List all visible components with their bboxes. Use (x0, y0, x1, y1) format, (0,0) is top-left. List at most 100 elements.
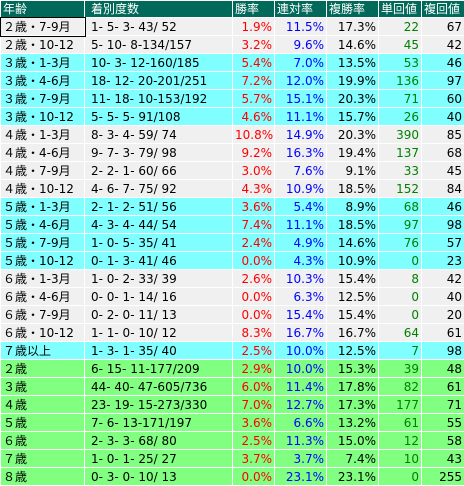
row-show-rate: 9.1% (327, 162, 379, 180)
row-age-label: ３歳・10-12 (1, 108, 85, 126)
row-age-label: ６歳・4-6月 (1, 288, 85, 306)
row-win-return: 8 (379, 270, 422, 288)
row-win-return: 53 (379, 54, 422, 72)
row-record: 0- 3- 0- 10/ 13 (85, 468, 233, 486)
row-age-label: ５歳 (1, 414, 85, 432)
row-show-return: 23 (422, 252, 464, 270)
row-show-rate: 12.5% (327, 288, 379, 306)
row-age-label: ３歳・1-3月 (1, 54, 85, 72)
row-record: 2- 3- 3- 68/ 80 (85, 432, 233, 450)
row-show-rate: 14.6% (327, 36, 379, 54)
table-row: ６歳2- 3- 3- 68/ 802.5%11.3%15.0%1258 (1, 432, 464, 450)
row-show-rate: 13.5% (327, 54, 379, 72)
row-show-rate: 18.5% (327, 216, 379, 234)
row-show-rate: 19.9% (327, 72, 379, 90)
row-win-rate: 2.5% (233, 432, 275, 450)
table-row: ４歳・1-3月8- 3- 4- 59/ 7410.8%14.9%20.3%390… (1, 126, 464, 144)
row-show-return: 45 (422, 162, 464, 180)
row-place-rate: 23.1% (275, 468, 327, 486)
table-row: ５歳・7-9月1- 0- 5- 35/ 412.4%4.9%14.6%7657 (1, 234, 464, 252)
row-place-rate: 6.3% (275, 288, 327, 306)
row-place-rate: 11.4% (275, 378, 327, 396)
row-place-rate: 16.3% (275, 144, 327, 162)
table-row: ４歳・4-6月9- 7- 3- 79/ 989.2%16.3%19.4%1376… (1, 144, 464, 162)
row-record: 4- 6- 7- 75/ 92 (85, 180, 233, 198)
row-show-rate: 17.3% (327, 396, 379, 414)
stats-table: 年齢 着別度数 勝率 連対率 複勝率 単回値 複回値 ２歳・7-9月1- 5- … (0, 0, 464, 486)
row-place-rate: 12.0% (275, 72, 327, 90)
header-age[interactable]: 年齢 (1, 1, 85, 18)
row-win-rate: 3.2% (233, 36, 275, 54)
table-row: ６歳・4-6月0- 0- 1- 14/ 160.0%6.3%12.5%040 (1, 288, 464, 306)
row-place-rate: 16.7% (275, 324, 327, 342)
row-age-label: ６歳・7-9月 (1, 306, 85, 324)
table-row: ２歳・10-125- 10- 8-134/1573.2%9.6%14.6%454… (1, 36, 464, 54)
row-win-return: 10 (379, 450, 422, 468)
row-show-rate: 20.3% (327, 90, 379, 108)
row-win-return: 76 (379, 234, 422, 252)
row-age-label: ５歳・1-3月 (1, 198, 85, 216)
table-row: ４歳23- 19- 15-273/3307.0%12.7%17.3%17771 (1, 396, 464, 414)
row-age-label: ６歳・10-12 (1, 324, 85, 342)
header-record[interactable]: 着別度数 (85, 1, 233, 18)
row-win-rate: 10.8% (233, 126, 275, 144)
table-row: ４歳・7-9月2- 2- 1- 60/ 663.0%7.6%9.1%3345 (1, 162, 464, 180)
row-win-rate: 9.2% (233, 144, 275, 162)
row-show-return: 71 (422, 396, 464, 414)
row-record: 44- 40- 47-605/736 (85, 378, 233, 396)
row-record: 6- 15- 11-177/209 (85, 360, 233, 378)
row-show-return: 67 (422, 18, 464, 36)
row-place-rate: 4.3% (275, 252, 327, 270)
row-win-rate: 7.4% (233, 216, 275, 234)
row-show-return: 98 (422, 216, 464, 234)
row-win-rate: 1.9% (233, 18, 275, 36)
header-show-return[interactable]: 複回値 (422, 1, 464, 18)
header-win-rate[interactable]: 勝率 (233, 1, 275, 18)
row-record: 18- 12- 20-201/251 (85, 72, 233, 90)
row-place-rate: 3.7% (275, 450, 327, 468)
row-record: 0- 0- 1- 14/ 16 (85, 288, 233, 306)
header-show-rate[interactable]: 複勝率 (327, 1, 379, 18)
table-row: ３歳・7-9月11- 18- 10-153/1925.7%15.1%20.3%7… (1, 90, 464, 108)
row-show-rate: 16.7% (327, 324, 379, 342)
row-show-return: 48 (422, 360, 464, 378)
row-win-rate: 5.7% (233, 90, 275, 108)
row-age-label: ７歳 (1, 450, 85, 468)
row-age-label: ４歳・10-12 (1, 180, 85, 198)
table-row: ５歳・1-3月2- 1- 2- 51/ 563.6%5.4%8.9%6846 (1, 198, 464, 216)
table-row: ５歳・10-120- 1- 3- 41/ 460.0%4.3%10.9%023 (1, 252, 464, 270)
row-show-rate: 20.3% (327, 126, 379, 144)
row-age-label: ６歳 (1, 432, 85, 450)
row-record: 1- 1- 0- 10/ 12 (85, 324, 233, 342)
row-win-rate: 3.6% (233, 414, 275, 432)
row-win-rate: 2.5% (233, 342, 275, 360)
row-win-return: 136 (379, 72, 422, 90)
row-age-label: ５歳・10-12 (1, 252, 85, 270)
row-age-label: ３歳・7-9月 (1, 90, 85, 108)
row-win-return: 33 (379, 162, 422, 180)
header-win-return[interactable]: 単回値 (379, 1, 422, 18)
header-place-rate[interactable]: 連対率 (275, 1, 327, 18)
row-win-return: 390 (379, 126, 422, 144)
row-show-return: 20 (422, 306, 464, 324)
row-age-label: ２歳・7-9月 (1, 18, 85, 36)
row-record: 0- 2- 0- 11/ 13 (85, 306, 233, 324)
row-show-return: 68 (422, 144, 464, 162)
row-age-label: ５歳・7-9月 (1, 234, 85, 252)
row-show-return: 40 (422, 108, 464, 126)
row-age-label: ５歳・4-6月 (1, 216, 85, 234)
table-row: ８歳0- 3- 0- 10/ 130.0%23.1%23.1%0255 (1, 468, 464, 486)
row-record: 11- 18- 10-153/192 (85, 90, 233, 108)
row-show-return: 46 (422, 198, 464, 216)
row-record: 10- 3- 12-160/185 (85, 54, 233, 72)
table-body: ２歳・7-9月1- 5- 3- 43/ 521.9%11.5%17.3%2267… (1, 18, 464, 486)
row-show-rate: 15.4% (327, 270, 379, 288)
row-place-rate: 7.6% (275, 162, 327, 180)
row-record: 1- 0- 1- 25/ 27 (85, 450, 233, 468)
row-show-rate: 8.9% (327, 198, 379, 216)
row-age-label: ２歳・10-12 (1, 36, 85, 54)
table-row: ３歳44- 40- 47-605/7366.0%11.4%17.8%8261 (1, 378, 464, 396)
row-show-rate: 10.9% (327, 252, 379, 270)
row-show-rate: 15.7% (327, 108, 379, 126)
row-show-rate: 15.0% (327, 432, 379, 450)
